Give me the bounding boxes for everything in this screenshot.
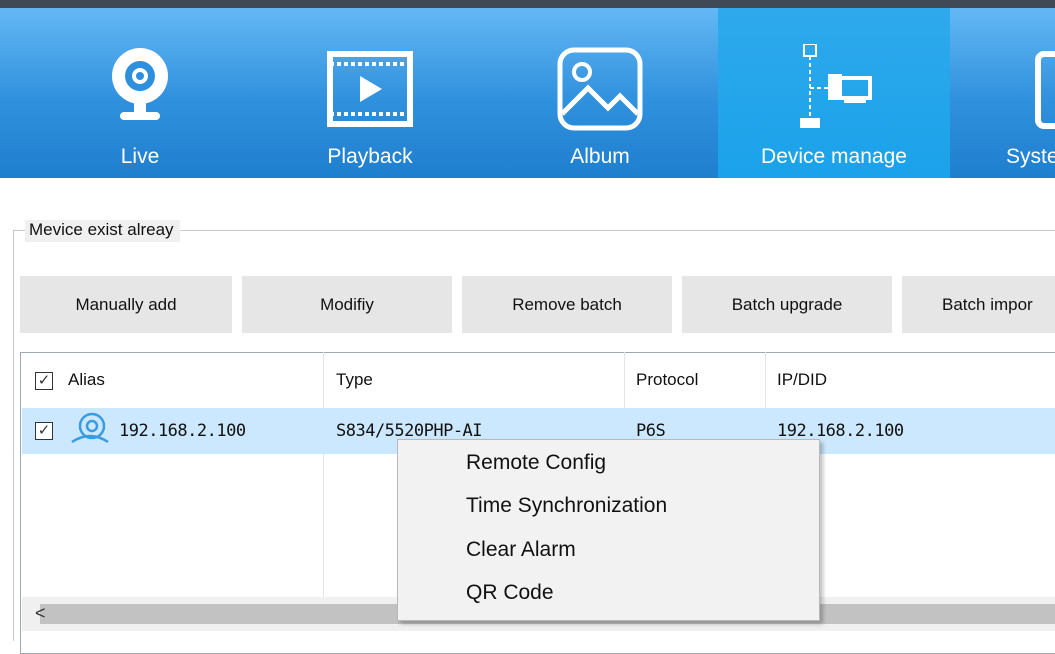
column-header-alias[interactable]: Alias (68, 370, 105, 390)
system-icon (1035, 51, 1055, 129)
column-header-protocol[interactable]: Protocol (636, 370, 698, 390)
column-separator (323, 352, 324, 597)
menu-item-clear-alarm[interactable]: Clear Alarm (466, 538, 576, 562)
row-protocol: P6S (636, 421, 666, 441)
nav-album-label: Album (570, 145, 630, 168)
batch-upgrade-button[interactable]: Batch upgrade (682, 276, 892, 333)
nav-playback[interactable]: Playback (254, 8, 486, 178)
remove-batch-button[interactable]: Remove batch (462, 276, 672, 333)
nav-device-manage[interactable]: Device manage (718, 8, 950, 178)
groupbox-title: Mevice exist alreay (25, 220, 180, 242)
menu-item-qr-code[interactable]: QR Code (466, 581, 554, 605)
select-all-checkbox[interactable]: ✓ (35, 372, 53, 390)
webcam-icon (112, 48, 168, 120)
nav-system-label: Syste (1006, 145, 1055, 168)
column-header-type[interactable]: Type (336, 370, 373, 390)
nav-live[interactable]: Live (24, 8, 256, 178)
main-nav: Live Playback Album Device manage Syste (0, 8, 1055, 178)
nav-album[interactable]: Album (484, 8, 716, 178)
menu-item-remote-config[interactable]: Remote Config (466, 451, 606, 475)
modify-button[interactable]: Modifiy (242, 276, 452, 333)
nav-device-manage-label: Device manage (761, 145, 907, 168)
window-top-bar (0, 0, 1055, 8)
nav-playback-label: Playback (327, 145, 413, 168)
column-header-ipdid[interactable]: IP/DID (777, 370, 827, 390)
row-checkbox[interactable]: ✓ (35, 422, 53, 440)
batch-import-button[interactable]: Batch impor (902, 276, 1055, 333)
manually-add-button[interactable]: Manually add (20, 276, 232, 333)
context-menu (397, 439, 820, 621)
menu-item-time-sync[interactable]: Time Synchronization (466, 494, 667, 518)
row-type: S834/5520PHP-AI (336, 421, 483, 441)
film-play-icon (327, 51, 413, 127)
row-alias: 192.168.2.100 (119, 421, 246, 441)
scroll-left-arrow-icon[interactable]: < (35, 603, 46, 624)
camera-device-icon (71, 412, 109, 444)
image-icon (557, 47, 643, 131)
nav-system[interactable]: Syste (952, 8, 1055, 178)
device-tree-icon (800, 44, 872, 128)
row-ipdid: 192.168.2.100 (777, 421, 904, 441)
nav-live-label: Live (120, 145, 160, 168)
